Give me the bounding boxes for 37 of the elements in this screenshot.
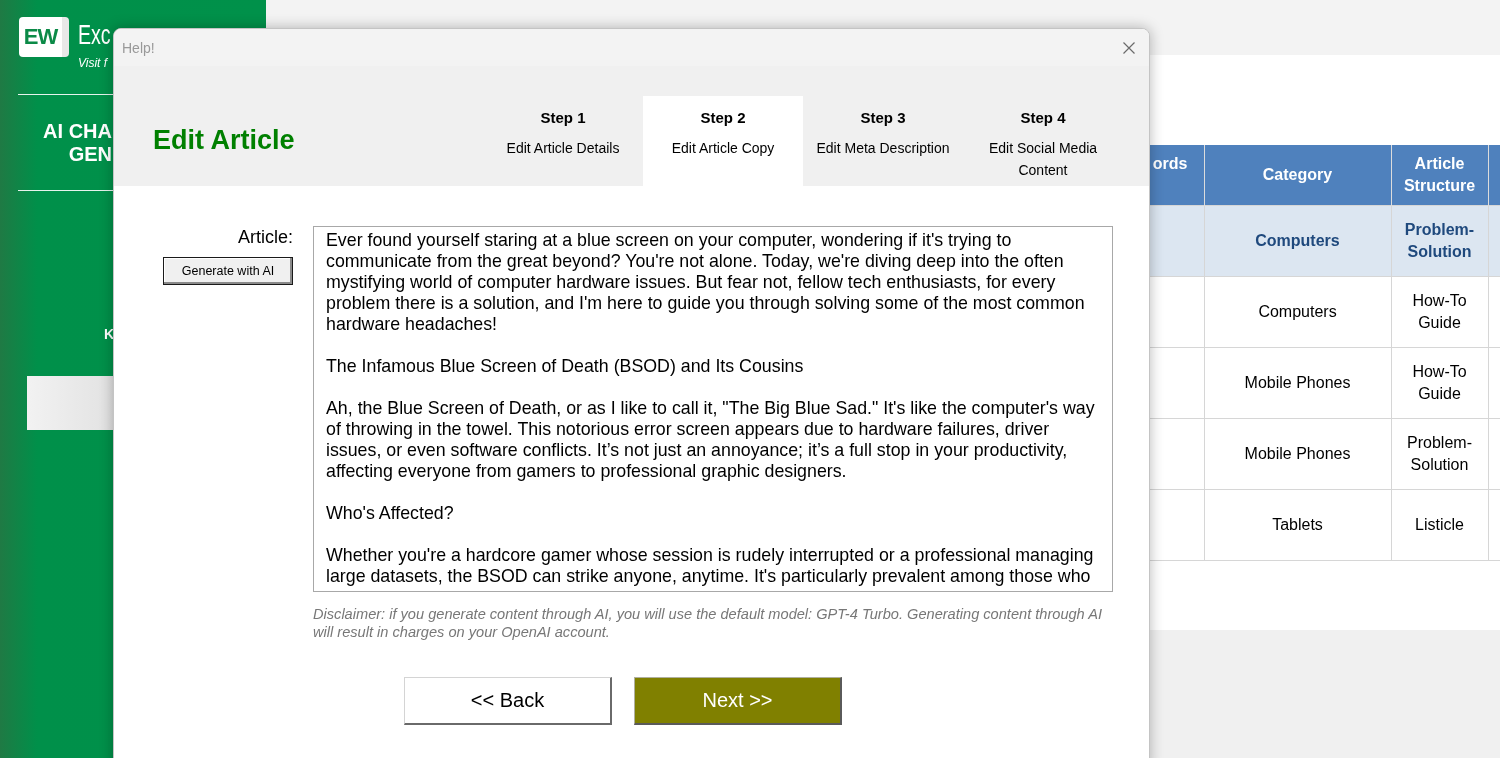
table-row[interactable]: Mobile Phones Problem-Solution — [1150, 418, 1500, 489]
table-cell: Computers — [1204, 276, 1391, 347]
table-cell: Mobile Phones — [1204, 347, 1391, 418]
sidebar-heading: AI CHA GEN — [42, 120, 112, 166]
table-cell: Problem-Solution — [1391, 418, 1488, 489]
next-button[interactable]: Next >> — [634, 677, 842, 725]
step-tab[interactable]: Step 1 Edit Article Details — [483, 96, 643, 186]
close-button[interactable] — [1123, 41, 1135, 54]
dialog-heading: Edit Article — [152, 124, 296, 156]
column-header: ords — [1150, 145, 1204, 205]
column-header: Category — [1204, 145, 1391, 205]
table-cell: Problem-Solution — [1391, 205, 1488, 276]
table-cell: Computers — [1204, 205, 1391, 276]
sidebar-label: K — [104, 326, 113, 342]
logo: EW — [19, 17, 69, 57]
table-cell: Listicle — [1391, 489, 1488, 560]
step-tab[interactable]: Step 3 Edit Meta Description — [803, 96, 963, 186]
disclaimer-text: Disclaimer: if you generate content through AI, you will use the default model: GPT-4 Turbo. Generating content through AI will result in charges on your OpenAI account. — [313, 605, 1104, 641]
generate-button[interactable]: Generate with AI — [163, 257, 293, 285]
column-header: Article Structure — [1391, 145, 1488, 205]
table-row[interactable]: Mobile Phones How-To Guide — [1150, 347, 1500, 418]
field-label: Article: — [238, 226, 293, 248]
table-row[interactable]: Computers Problem-Solution — [1150, 205, 1500, 276]
tagline: Visit f — [78, 56, 108, 70]
table-row[interactable]: Tablets Listicle — [1150, 489, 1500, 560]
table-cell: How-To Guide — [1391, 276, 1488, 347]
table-cell: Tablets — [1204, 489, 1391, 560]
article-text-area[interactable]: Ever found yourself staring at a blue screen on your computer, wondering if it's trying to communicate from the great beyond? You're not alone. Today, we're diving deep into the often mystifying world of computer hardware issues. But fear not, fellow tech enthusiasts, for every problem there is a solution, and I'm here to guide you through solving some of the most common hardware headaches! The Infamous Blue Screen of Death (BSOD) and Its Cousins Ah, the Blue Screen of Death, or as I like to call it, "The Big Blue Sad." It's like the computer's way of throwing in the towel. This notorious error screen appears due to hardware failures, driver issues, or even software conflicts. It’s not just an annoyance; it’s a full stop in your productivity, affecting everyone from gamers to professional graphic designers. Who's Affected? Whether you're a hardcore gamer whose session is rudely interrupted or a professional managing large datasets, the BSOD can strike anyone, anytime. It's particularly prevalent among those who — [313, 226, 1113, 592]
table-row[interactable]: Computers How-To Guide — [1150, 276, 1500, 347]
brand-name: Exc — [78, 18, 111, 51]
step-tab[interactable]: Step 2 Edit Article Copy — [643, 96, 803, 186]
dialog-title: Help! — [122, 39, 155, 56]
table-cell: How-To Guide — [1391, 347, 1488, 418]
back-button[interactable]: << Back — [404, 677, 612, 725]
close-icon — [1123, 41, 1135, 54]
step-tab[interactable]: Step 4 Edit Social Media Content — [963, 96, 1123, 186]
table-cell: Mobile Phones — [1204, 418, 1391, 489]
